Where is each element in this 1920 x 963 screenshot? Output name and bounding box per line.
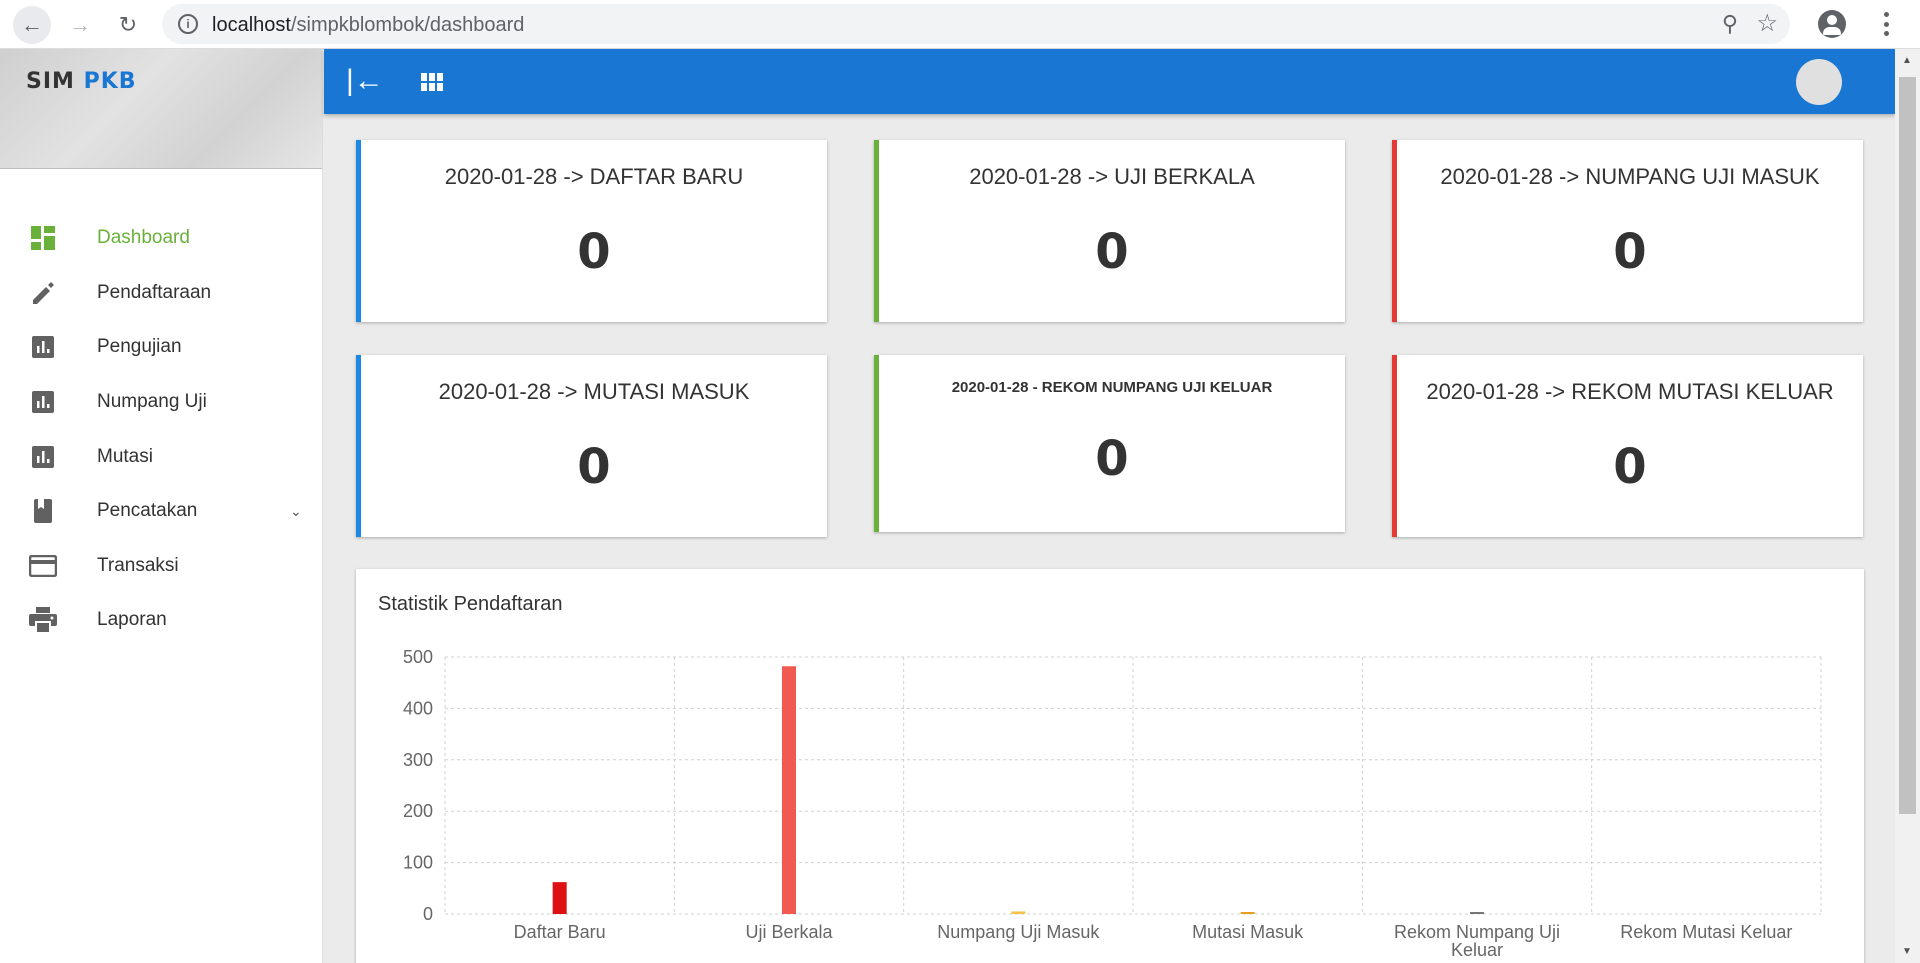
card-title: 2020-01-28 -> REKOM MUTASI KELUAR (1426, 379, 1834, 404)
zoom-icon[interactable]: ⚲ (1722, 11, 1738, 37)
bookmark-star-icon[interactable]: ☆ (1756, 9, 1778, 38)
statistik-panel: Statistik Pendaftaran 0 100 200 300 400 500 Da… (356, 569, 1864, 963)
url-path: /simpkblombok/dashboard (290, 14, 525, 36)
card-value: 0 (1095, 431, 1129, 487)
scroll-down-icon[interactable]: ▼ (1902, 946, 1912, 957)
scrollbar-thumb[interactable] (1899, 77, 1916, 814)
y-tick-label: 400 (403, 698, 433, 718)
sidebar-item-pencatakan[interactable]: Pencatakan ⌄ (0, 484, 322, 539)
y-tick-label: 500 (403, 647, 433, 667)
avatar[interactable] (1796, 59, 1842, 105)
x-tick-label: Uji Berkala (745, 922, 833, 942)
sidebar-item-pendaftaraan[interactable]: Pendaftaraan (0, 266, 322, 321)
printer-icon (29, 606, 57, 634)
collapse-sidebar-icon[interactable]: |← (346, 66, 384, 96)
x-tick-label: Daftar Baru (514, 922, 606, 942)
card-title: 2020-01-28 - REKOM NUMPANG UJI KELUAR (951, 379, 1273, 396)
x-tick-label: Mutasi Masuk (1192, 922, 1304, 942)
card-value: 0 (577, 439, 611, 495)
reload-icon[interactable]: ↻ (109, 6, 147, 44)
sidebar-item-label: Numpang Uji (97, 391, 207, 413)
top-app-bar: |← (324, 49, 1895, 114)
chart-bar (782, 666, 796, 914)
sidebar-item-label: Transaksi (97, 554, 179, 576)
info-icon[interactable]: i (178, 14, 198, 34)
url-host: localhost (212, 14, 291, 36)
sidebar-item-numpang-uji[interactable]: Numpang Uji (0, 375, 322, 430)
y-tick-label: 100 (403, 853, 433, 873)
chart-bar (1011, 911, 1026, 914)
stat-card-numpang-uji-masuk: 2020-01-28 -> NUMPANG UJI MASUK 0 (1392, 140, 1863, 322)
back-arrow-icon[interactable]: ← (13, 6, 51, 44)
page-scrollbar[interactable]: ▲ ▼ (1895, 49, 1920, 963)
sidebar-item-transaksi[interactable]: Transaksi (0, 539, 322, 594)
bar-chart-icon (29, 333, 57, 361)
browser-toolbar: ← → ↻ i localhost/simpkblombok/dashboard… (0, 0, 1920, 49)
card-value: 0 (1095, 224, 1129, 280)
sidebar-item-label: Mutasi (97, 445, 153, 467)
card-title: 2020-01-28 -> MUTASI MASUK (438, 379, 750, 404)
bar-chart-icon (29, 443, 57, 471)
chart-bar (552, 882, 567, 914)
account-icon[interactable] (1818, 10, 1846, 38)
chart-bar (1470, 912, 1484, 914)
address-bar[interactable]: i localhost/simpkblombok/dashboard ⚲ ☆ (162, 4, 1790, 44)
stat-card-daftar-baru: 2020-01-28 -> DAFTAR BARU 0 (356, 140, 827, 322)
stat-card-uji-berkala: 2020-01-28 -> UJI BERKALA 0 (874, 140, 1345, 322)
book-icon (29, 497, 57, 525)
chart-bar (1240, 912, 1255, 914)
stat-card-rekom-mutasi-keluar: 2020-01-28 -> REKOM MUTASI KELUAR 0 (1392, 355, 1863, 537)
stat-card-rekom-numpang-uji-keluar: 2020-01-28 - REKOM NUMPANG UJI KELUAR 0 (874, 355, 1345, 532)
x-tick-label: Rekom Numpang Uji Keluar (1394, 922, 1560, 960)
bar-chart: 0 100 200 300 400 500 Daftar Baru Uji Berkala Nu… (403, 647, 1822, 960)
card-value: 0 (1613, 224, 1647, 280)
card-value: 0 (1613, 439, 1647, 495)
sidebar-item-label: Laporan (97, 609, 167, 631)
sidebar-item-laporan[interactable]: Laporan (0, 593, 322, 648)
credit-card-icon (29, 552, 57, 580)
y-tick-label: 300 (403, 750, 433, 770)
x-tick-label: Numpang Uji Masuk (937, 922, 1100, 942)
sidebar-item-mutasi[interactable]: Mutasi (0, 429, 322, 484)
stat-card-mutasi-masuk: 2020-01-28 -> MUTASI MASUK 0 (356, 355, 827, 537)
card-value: 0 (577, 224, 611, 280)
sidebar-item-label: Pendaftaraan (97, 281, 212, 303)
forward-arrow-icon[interactable]: → (61, 6, 99, 44)
logo-part-1: SIM (26, 69, 75, 94)
url-text[interactable]: localhost/simpkblombok/dashboard (212, 14, 524, 37)
scroll-up-icon[interactable]: ▲ (1902, 55, 1912, 66)
sidebar-item-dashboard[interactable]: Dashboard (0, 211, 322, 266)
sidebar: SIM PKB Dashboard Pendaftaraan Pengujian… (0, 49, 323, 963)
dashboard-icon (29, 224, 57, 252)
y-tick-label: 0 (423, 904, 433, 924)
apps-grid-icon[interactable] (421, 73, 443, 91)
sidebar-item-label: Pencatakan (97, 500, 198, 522)
logo-part-2: PKB (83, 69, 137, 94)
card-title: 2020-01-28 -> DAFTAR BARU (444, 164, 744, 189)
y-tick-label: 200 (403, 801, 433, 821)
sidebar-menu: Dashboard Pendaftaraan Pengujian Numpang… (0, 211, 322, 648)
pencil-icon (29, 279, 57, 307)
brand-header: SIM PKB (0, 49, 322, 169)
sidebar-item-label: Pengujian (97, 336, 182, 358)
browser-menu-icon[interactable] (1880, 8, 1892, 40)
x-tick-label: Rekom Mutasi Keluar (1620, 922, 1792, 942)
sidebar-item-label: Dashboard (97, 227, 190, 249)
bar-chart-icon (29, 388, 57, 416)
sidebar-item-pengujian[interactable]: Pengujian (0, 320, 322, 375)
card-title: 2020-01-28 -> UJI BERKALA (969, 164, 1255, 189)
chevron-down-icon[interactable]: ⌄ (290, 503, 302, 520)
logo[interactable]: SIM PKB (26, 69, 137, 94)
card-title: 2020-01-28 -> NUMPANG UJI MASUK (1440, 164, 1820, 189)
